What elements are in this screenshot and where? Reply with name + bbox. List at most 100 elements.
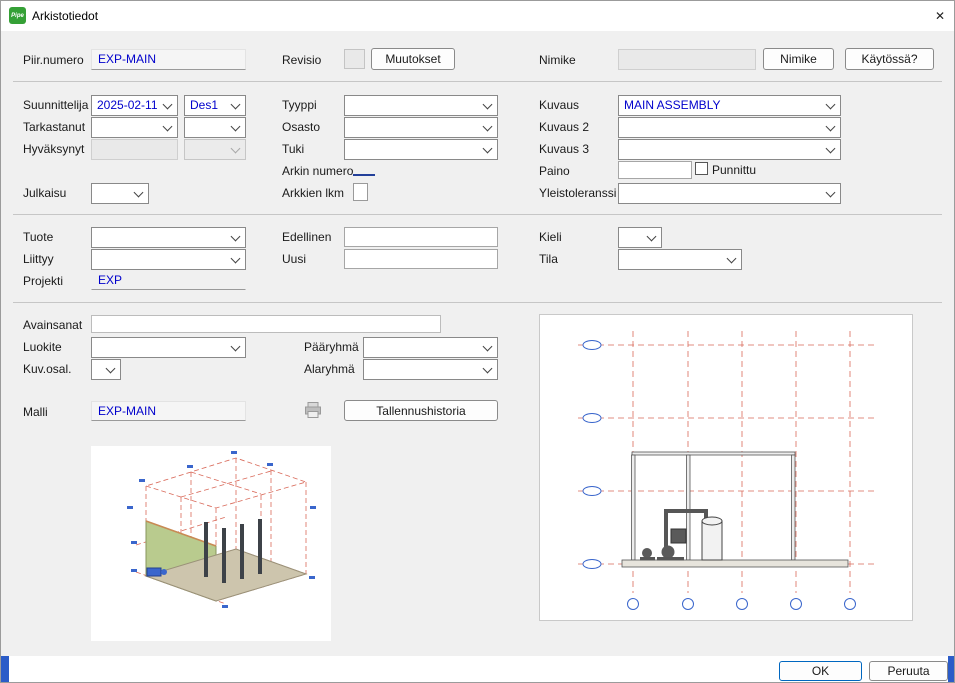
arkistotiedot-dialog: Pipe Arkistotiedot ✕ Piir.numero EXP-MAI… [0,0,955,683]
chevron-down-icon [231,254,241,264]
chevron-down-icon [134,188,144,198]
elevation-structure [622,452,848,567]
osasto-label: Osasto [282,120,320,134]
iso-preview-image [91,446,331,641]
chevron-down-icon [483,342,493,352]
peruuta-button[interactable]: Peruuta [869,661,948,681]
tila-combo[interactable] [618,249,742,270]
hyvaksynyt-label: Hyväksynyt [23,142,84,156]
kuvaus-combo[interactable]: MAIN ASSEMBLY [618,95,841,116]
chevron-down-icon [483,100,493,110]
kieli-combo[interactable] [618,227,662,248]
chevron-down-icon [826,122,836,132]
paaryhma-combo[interactable] [363,337,498,358]
chevron-down-icon [647,232,657,242]
elevation-grid [578,331,876,593]
kuvaus-value: MAIN ASSEMBLY [624,98,720,112]
window-title: Arkistotiedot [32,9,98,23]
chevron-down-icon [483,144,493,154]
close-icon[interactable]: ✕ [929,6,951,26]
chevron-down-icon [826,100,836,110]
malli-value: EXP-MAIN [98,404,156,418]
chevron-down-icon [163,122,173,132]
tyyppi-combo[interactable] [344,95,498,116]
grid-bubble-icons [583,341,856,610]
tuki-label: Tuki [282,142,304,156]
kuv-osal-label: Kuv.osal. [23,362,71,376]
tarkastanut-label: Tarkastanut [23,120,85,134]
malli-label: Malli [23,405,48,419]
suunnittelija-date-value: 2025-02-11 [97,98,158,112]
chevron-down-icon [231,100,241,110]
arkin-numero-field[interactable] [353,161,375,176]
chevron-down-icon [231,144,241,154]
arkin-numero-label: Arkin numero [282,164,353,178]
chevron-down-icon [231,122,241,132]
punnittu-checkbox[interactable] [695,162,708,175]
arkkien-lkm-field[interactable] [353,183,368,201]
julkaisu-combo[interactable] [91,183,149,204]
kieli-label: Kieli [539,230,562,244]
kaytossa-button[interactable]: Käytössä? [845,48,934,70]
kuvaus2-combo[interactable] [618,117,841,138]
separator-3 [13,302,942,303]
chevron-down-icon [231,232,241,242]
edellinen-field[interactable] [344,227,498,247]
luokite-combo[interactable] [91,337,246,358]
nimike-label: Nimike [539,53,576,67]
tuote-combo[interactable] [91,227,246,248]
julkaisu-label: Julkaisu [23,186,66,200]
uusi-label: Uusi [282,252,306,266]
footer-corner-right [948,656,955,683]
tallennushistoria-button[interactable]: Tallennushistoria [344,400,498,421]
hyvaksynyt-date-field [91,139,178,160]
print-icon[interactable] [303,400,323,420]
projekti-field: EXP [91,270,246,290]
chevron-down-icon [483,364,493,374]
malli-field: EXP-MAIN [91,401,246,421]
kuvaus3-combo[interactable] [618,139,841,160]
luokite-label: Luokite [23,340,62,354]
edellinen-label: Edellinen [282,230,331,244]
chevron-down-icon [826,188,836,198]
chevron-down-icon [826,144,836,154]
nimike-field[interactable] [618,49,756,70]
tarkastanut-person-combo[interactable] [184,117,246,138]
revisio-field[interactable] [344,49,365,69]
paino-field[interactable] [618,161,692,179]
piir-numero-field[interactable]: EXP-MAIN [91,49,246,70]
kuv-osal-combo[interactable] [91,359,121,380]
piir-numero-value: EXP-MAIN [98,52,156,66]
tila-label: Tila [539,252,558,266]
nimike-button[interactable]: Nimike [763,48,834,70]
suunnittelija-designer-combo[interactable]: Des1 [184,95,246,116]
muutokset-button[interactable]: Muutokset [371,48,455,70]
paino-label: Paino [539,164,570,178]
avainsanat-field[interactable] [91,315,441,333]
liittyy-combo[interactable] [91,249,246,270]
uusi-field[interactable] [344,249,498,269]
elevation-preview-image [539,314,913,621]
titlebar: Pipe Arkistotiedot ✕ [1,1,954,31]
punnittu-label: Punnittu [712,163,756,177]
revisio-label: Revisio [282,53,321,67]
kuvaus3-label: Kuvaus 3 [539,142,589,156]
tyyppi-label: Tyyppi [282,98,317,112]
separator-1 [13,81,942,82]
projekti-label: Projekti [23,274,63,288]
chevron-down-icon [106,364,116,374]
kuvaus-label: Kuvaus [539,98,579,112]
yleistoleranssi-label: Yleistoleranssi [539,186,616,200]
ok-button[interactable]: OK [779,661,862,681]
arkkien-lkm-label: Arkkien lkm [282,186,344,200]
osasto-combo[interactable] [344,117,498,138]
alaryhma-combo[interactable] [363,359,498,380]
suunnittelija-label: Suunnittelija [23,98,88,112]
tuote-label: Tuote [23,230,53,244]
tarkastanut-date-combo[interactable] [91,117,178,138]
suunnittelija-date-combo[interactable]: 2025-02-11 [91,95,178,116]
tuki-combo[interactable] [344,139,498,160]
iso-pump [147,568,167,576]
yleistoleranssi-combo[interactable] [618,183,841,204]
hyvaksynyt-person-combo [184,139,246,160]
